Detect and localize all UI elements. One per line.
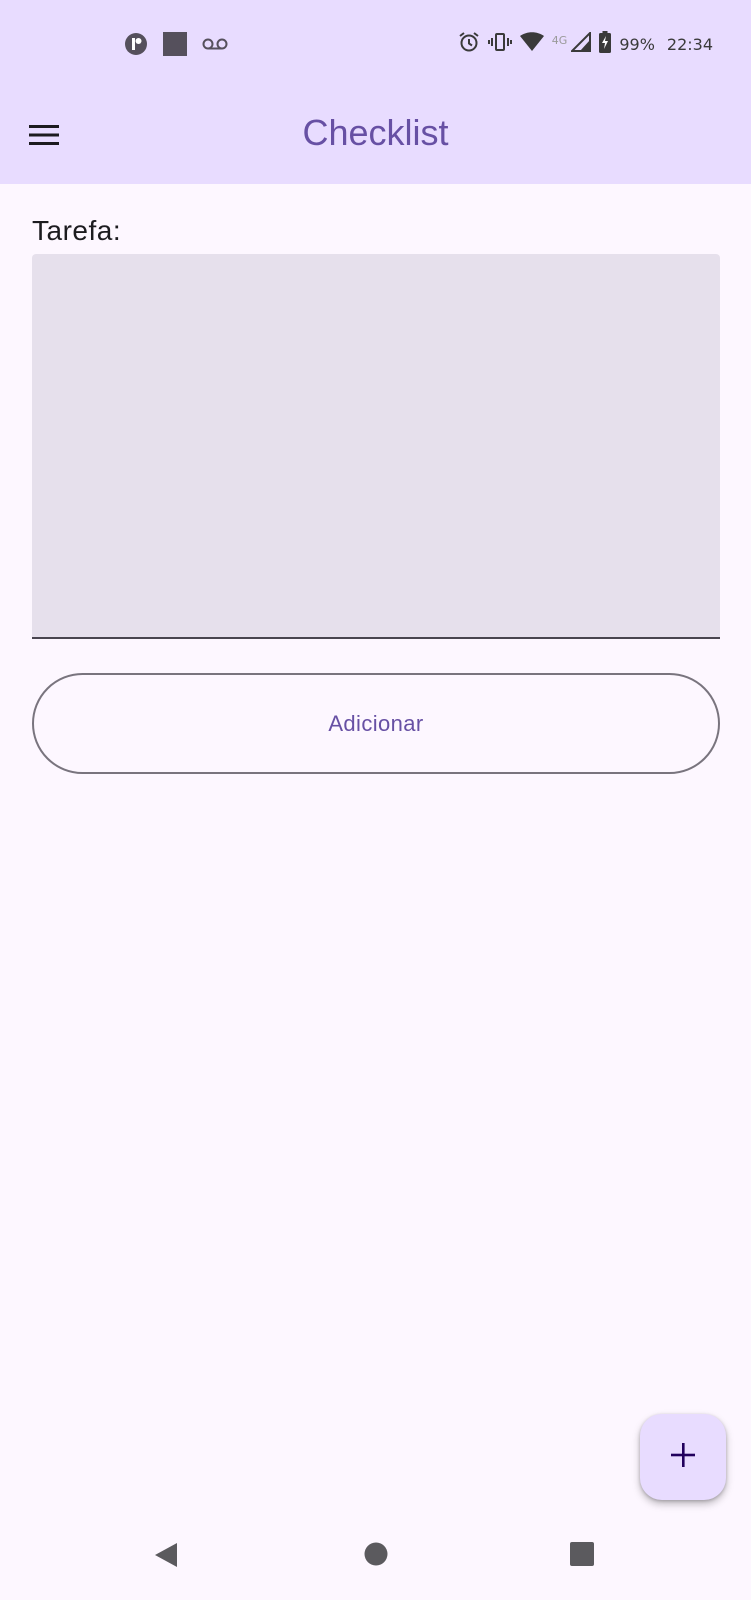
app-title: Checklist (302, 112, 449, 153)
vibrate-icon (487, 32, 512, 57)
battery-charging-icon (599, 31, 612, 58)
recents-icon[interactable] (570, 1542, 594, 1571)
network-type-label: 4G (551, 34, 568, 47)
cell-signal-icon (569, 30, 592, 57)
plus-icon (670, 1442, 696, 1473)
task-input[interactable] (32, 254, 720, 639)
add-fab-button[interactable] (640, 1414, 726, 1500)
status-bar-right: 4G 99% 22:34 (458, 30, 713, 58)
status-bar-left (124, 31, 228, 62)
add-task-button[interactable]: Adicionar (32, 673, 720, 774)
voicemail-icon (202, 36, 228, 57)
home-icon[interactable] (364, 1542, 388, 1571)
clock-time: 22:34 (666, 35, 713, 54)
app-notification-icon (124, 32, 148, 61)
status-bar: 4G 99% 22:34 (0, 22, 751, 66)
task-field-label: Tarefa: (32, 215, 122, 246)
alarm-icon (458, 31, 480, 58)
top-app-bar: 4G 99% 22:34 Checklist (0, 0, 751, 184)
battery-percentage: 99% (619, 35, 655, 54)
system-navigation-bar (0, 1520, 751, 1600)
wifi-icon (519, 32, 544, 57)
stop-square-icon (162, 31, 188, 62)
back-icon[interactable] (154, 1542, 178, 1573)
